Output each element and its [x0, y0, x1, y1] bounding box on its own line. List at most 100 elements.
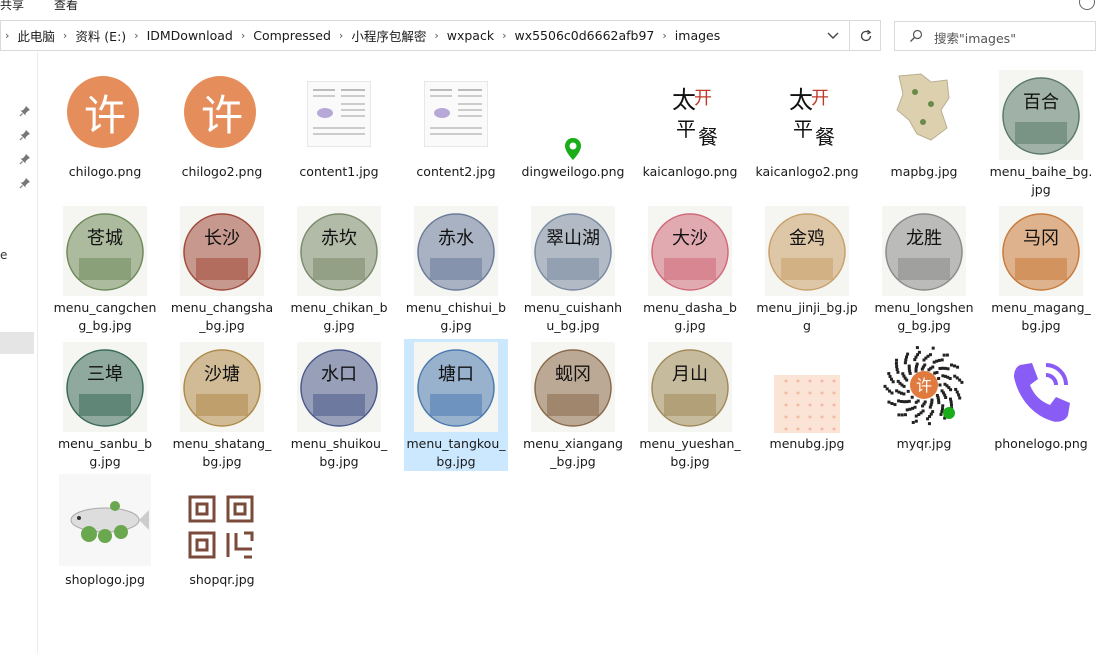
file-item[interactable]: 月山 menu_yueshan_bg.jpg [638, 339, 742, 471]
refresh-button[interactable] [849, 21, 882, 50]
file-item[interactable]: 沙塘 menu_shatang_bg.jpg [170, 339, 274, 471]
file-thumbnail: 龙胜 [882, 206, 966, 296]
file-name: menu_longsheng_bg.jpg [874, 300, 974, 333]
breadcrumb-segment[interactable]: 此电脑 [13, 26, 59, 45]
file-thumbnail: 苍城 [63, 206, 147, 296]
file-item[interactable]: 赤水 menu_chishui_bg.jpg [404, 203, 508, 335]
svg-text:大沙: 大沙 [672, 228, 708, 249]
file-name: menu_chishui_bg.jpg [405, 300, 507, 333]
file-thumbnail: 赤水 [414, 206, 498, 296]
file-thumbnail: 长沙 [180, 206, 264, 296]
svg-text:塘口: 塘口 [438, 364, 474, 385]
svg-text:水口: 水口 [321, 364, 357, 385]
file-item[interactable]: 三埠 menu_sanbu_bg.jpg [53, 339, 157, 471]
file-name: menubg.jpg [769, 436, 845, 451]
breadcrumb-separator-icon[interactable]: › [658, 29, 670, 42]
pin-icon[interactable] [19, 129, 31, 141]
svg-text:平: 平 [676, 117, 696, 141]
svg-text:马冈: 马冈 [1023, 228, 1059, 249]
file-item[interactable]: menubg.jpg [755, 339, 859, 471]
file-name: menu_magang_bg.jpg [991, 300, 1091, 333]
file-item[interactable]: 龙胜 menu_longsheng_bg.jpg [872, 203, 976, 335]
file-item[interactable]: 百合 menu_baihe_bg.jpg [989, 67, 1093, 199]
breadcrumb-separator-icon[interactable]: › [1, 29, 13, 42]
file-item[interactable]: 太开平餐 kaicanlogo2.png [755, 67, 859, 199]
file-item[interactable]: 许 chilogo.png [53, 67, 157, 199]
file-item[interactable]: 赤坎 menu_chikan_bg.jpg [287, 203, 391, 335]
file-thumbnail: 赤坎 [297, 206, 381, 296]
file-name: content1.jpg [299, 164, 379, 179]
pin-icon[interactable] [19, 105, 31, 117]
svg-text:许: 许 [916, 376, 932, 395]
file-item[interactable]: mapbg.jpg [872, 67, 976, 199]
svg-text:金鸡: 金鸡 [789, 228, 825, 249]
ribbon-share-tab[interactable]: 共享 [0, 0, 24, 13]
file-name: menu_tangkou_bg.jpg [406, 436, 506, 469]
file-name: menu_dasha_bg.jpg [643, 300, 737, 333]
file-thumbnail: 蚬冈 [531, 342, 615, 432]
svg-text:许: 许 [201, 91, 243, 140]
pin-icon[interactable] [19, 153, 31, 165]
address-bar[interactable]: › 此电脑 › 资料 (E:) › IDMDownload › Compressed › 小程序包… [0, 20, 881, 51]
file-name: menu_baihe_bg.jpg [989, 164, 1093, 197]
svg-text:月山: 月山 [672, 364, 708, 385]
svg-text:餐: 餐 [815, 125, 835, 149]
ribbon-view-tab[interactable]: 查看 [54, 0, 78, 13]
file-item[interactable]: dingweilogo.png [521, 67, 625, 199]
breadcrumb-separator-icon[interactable]: › [59, 29, 71, 42]
breadcrumb-segment[interactable]: images [671, 28, 724, 43]
file-item[interactable]: 许 chilogo2.png [170, 67, 274, 199]
file-name: shopqr.jpg [189, 572, 255, 587]
breadcrumb-separator-icon[interactable]: › [498, 29, 510, 42]
refresh-icon [860, 29, 872, 41]
file-item[interactable]: 翠山湖 menu_cuishanhu_bg.jpg [521, 203, 625, 335]
file-item[interactable]: shoplogo.jpg [53, 474, 157, 607]
file-item[interactable]: shopqr.jpg [170, 475, 274, 607]
file-thumbnail [307, 81, 371, 147]
address-history-dropdown[interactable] [818, 21, 848, 50]
breadcrumb-separator-icon[interactable]: › [130, 29, 142, 42]
file-thumbnail [424, 81, 488, 147]
file-item[interactable]: 大沙 menu_dasha_bg.jpg [638, 203, 742, 335]
breadcrumb-segment[interactable]: Compressed [249, 28, 335, 43]
pin-icon[interactable] [19, 177, 31, 189]
file-item[interactable]: content1.jpg [287, 67, 391, 199]
search-box[interactable]: 搜索"images" [894, 21, 1096, 51]
file-item[interactable]: 苍城 menu_cangcheng_bg.jpg [53, 203, 157, 335]
file-name: phonelogo.png [994, 436, 1088, 451]
file-name: menu_cangcheng_bg.jpg [53, 300, 157, 333]
file-thumbnail [774, 375, 840, 433]
breadcrumb-segment[interactable]: wxpack [443, 28, 498, 43]
file-thumbnail: 水口 [297, 342, 381, 432]
file-name: menu_changsha_bg.jpg [170, 300, 274, 333]
file-item[interactable]: 金鸡 menu_jinji_bg.jpg [755, 203, 859, 335]
file-item[interactable]: 长沙 menu_changsha_bg.jpg [170, 203, 274, 335]
search-placeholder: 搜索"images" [934, 31, 1016, 46]
svg-text:蚬冈: 蚬冈 [555, 364, 591, 385]
file-name: menu_shatang_bg.jpg [172, 436, 272, 469]
ribbon-expand-icon[interactable] [1079, 0, 1095, 10]
breadcrumb-segment[interactable]: 小程序包解密 [347, 26, 430, 45]
nav-item-selected[interactable] [0, 332, 34, 354]
file-thumbnail [563, 137, 583, 161]
file-item[interactable]: 马冈 menu_magang_bg.jpg [989, 203, 1093, 335]
file-item[interactable]: 太开平餐 kaicanlogo.png [638, 67, 742, 199]
breadcrumb-separator-icon[interactable]: › [430, 29, 442, 42]
file-name: menu_shuikou_bg.jpg [290, 436, 388, 469]
file-item[interactable]: 蚬冈 menu_xiangang_bg.jpg [521, 339, 625, 471]
file-item[interactable]: 水口 menu_shuikou_bg.jpg [287, 339, 391, 471]
file-item[interactable]: content2.jpg [404, 67, 508, 199]
breadcrumb-segment[interactable]: wx5506c0d6662afb97 [510, 28, 658, 43]
breadcrumb-segment[interactable]: IDMDownload [143, 28, 237, 43]
file-thumbnail: 塘口 [414, 342, 498, 432]
file-item[interactable]: 塘口 menu_tangkou_bg.jpg [404, 339, 508, 471]
navigation-pane: e [0, 52, 38, 653]
breadcrumb-separator-icon[interactable]: › [237, 29, 249, 42]
svg-text:开: 开 [811, 88, 829, 109]
file-thumbnail: 月山 [648, 342, 732, 432]
nav-item-label[interactable]: e [0, 248, 7, 262]
file-item[interactable]: phonelogo.png [989, 339, 1093, 471]
breadcrumb-separator-icon[interactable]: › [335, 29, 347, 42]
file-item[interactable]: 许 myqr.jpg [872, 339, 976, 471]
breadcrumb-segment[interactable]: 资料 (E:) [71, 26, 130, 45]
